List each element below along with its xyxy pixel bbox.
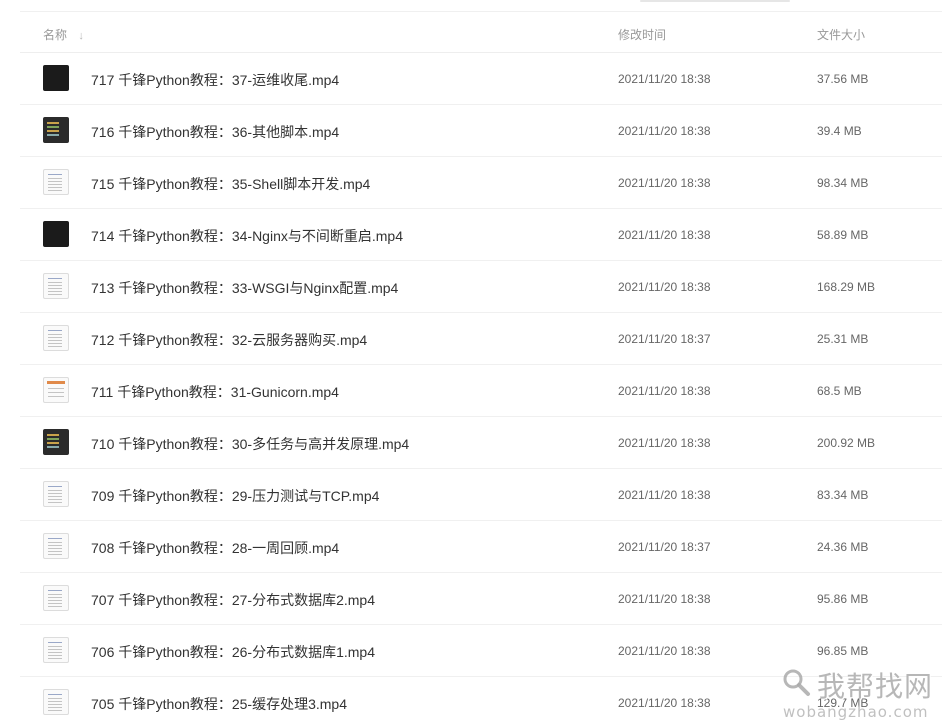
file-size: 58.89 MB (817, 228, 869, 242)
file-name[interactable]: 712 千锋Python教程：32-云服务器购买.mp4 (91, 330, 367, 350)
video-thumbnail-icon (43, 585, 69, 611)
file-row[interactable]: 715 千锋Python教程：35-Shell脚本开发.mp4 2021/11/… (20, 157, 942, 209)
file-size: 25.31 MB (817, 332, 869, 346)
column-header-name[interactable]: 名称 ↓ (43, 26, 84, 43)
file-size: 39.4 MB (817, 124, 862, 138)
file-modified-time: 2021/11/20 18:38 (618, 228, 711, 242)
file-size: 200.92 MB (817, 436, 876, 450)
file-row[interactable]: 716 千锋Python教程：36-其他脚本.mp4 2021/11/20 18… (20, 105, 942, 157)
file-modified-time: 2021/11/20 18:38 (618, 176, 711, 190)
file-row[interactable]: 714 千锋Python教程：34-Nginx与不间断重启.mp4 2021/1… (20, 209, 942, 261)
file-row[interactable]: 710 千锋Python教程：30-多任务与高并发原理.mp4 2021/11/… (20, 417, 942, 469)
file-size: 96.85 MB (817, 644, 869, 658)
file-modified-time: 2021/11/20 18:38 (618, 644, 711, 658)
column-header-size[interactable]: 文件大小 (817, 26, 865, 43)
video-thumbnail-icon (43, 117, 69, 143)
file-size: 98.34 MB (817, 176, 869, 190)
file-modified-time: 2021/11/20 18:37 (618, 332, 711, 346)
file-size: 83.34 MB (817, 488, 869, 502)
file-name[interactable]: 707 千锋Python教程：27-分布式数据库2.mp4 (91, 590, 375, 610)
file-row[interactable]: 713 千锋Python教程：33-WSGI与Nginx配置.mp4 2021/… (20, 261, 942, 313)
file-size: 129.7 MB (817, 696, 869, 710)
file-name[interactable]: 711 千锋Python教程：31-Gunicorn.mp4 (91, 382, 339, 402)
file-row[interactable]: 706 千锋Python教程：26-分布式数据库1.mp4 2021/11/20… (20, 625, 942, 677)
file-name[interactable]: 713 千锋Python教程：33-WSGI与Nginx配置.mp4 (91, 278, 398, 298)
file-row[interactable]: 705 千锋Python教程：25-缓存处理3.mp4 2021/11/20 1… (20, 677, 942, 725)
video-thumbnail-icon (43, 533, 69, 559)
file-modified-time: 2021/11/20 18:38 (618, 696, 711, 710)
file-size: 168.29 MB (817, 280, 876, 294)
file-modified-time: 2021/11/20 18:38 (618, 592, 711, 606)
file-row[interactable]: 709 千锋Python教程：29-压力测试与TCP.mp4 2021/11/2… (20, 469, 942, 521)
video-thumbnail-icon (43, 637, 69, 663)
file-modified-time: 2021/11/20 18:38 (618, 488, 711, 502)
column-header-time[interactable]: 修改时间 (618, 26, 666, 43)
file-list-page: 名称 ↓ 修改时间 文件大小 717 千锋Python教程：37-运维收尾.mp… (0, 0, 942, 725)
file-name[interactable]: 716 千锋Python教程：36-其他脚本.mp4 (91, 122, 339, 142)
file-list: 717 千锋Python教程：37-运维收尾.mp4 2021/11/20 18… (20, 53, 942, 725)
file-modified-time: 2021/11/20 18:37 (618, 540, 711, 554)
video-thumbnail-icon (43, 481, 69, 507)
file-name[interactable]: 717 千锋Python教程：37-运维收尾.mp4 (91, 70, 339, 90)
file-size: 37.56 MB (817, 72, 869, 86)
file-row[interactable]: 711 千锋Python教程：31-Gunicorn.mp4 2021/11/2… (20, 365, 942, 417)
file-row[interactable]: 707 千锋Python教程：27-分布式数据库2.mp4 2021/11/20… (20, 573, 942, 625)
video-thumbnail-icon (43, 65, 69, 91)
file-name[interactable]: 714 千锋Python教程：34-Nginx与不间断重启.mp4 (91, 226, 403, 246)
file-list-header: 名称 ↓ 修改时间 文件大小 (20, 12, 942, 53)
file-name[interactable]: 709 千锋Python教程：29-压力测试与TCP.mp4 (91, 486, 379, 506)
file-size: 95.86 MB (817, 592, 869, 606)
video-thumbnail-icon (43, 689, 69, 715)
video-thumbnail-icon (43, 429, 69, 455)
file-modified-time: 2021/11/20 18:38 (618, 124, 711, 138)
horizontal-scrollbar[interactable] (640, 0, 790, 2)
video-thumbnail-icon (43, 377, 69, 403)
file-name[interactable]: 708 千锋Python教程：28-一周回顾.mp4 (91, 538, 339, 558)
file-row[interactable]: 717 千锋Python教程：37-运维收尾.mp4 2021/11/20 18… (20, 53, 942, 105)
video-thumbnail-icon (43, 325, 69, 351)
file-name[interactable]: 706 千锋Python教程：26-分布式数据库1.mp4 (91, 642, 375, 662)
file-modified-time: 2021/11/20 18:38 (618, 280, 711, 294)
file-size: 68.5 MB (817, 384, 862, 398)
column-header-name-label: 名称 (43, 28, 68, 42)
video-thumbnail-icon (43, 221, 69, 247)
file-name[interactable]: 710 千锋Python教程：30-多任务与高并发原理.mp4 (91, 434, 409, 454)
file-row[interactable]: 708 千锋Python教程：28-一周回顾.mp4 2021/11/20 18… (20, 521, 942, 573)
file-modified-time: 2021/11/20 18:38 (618, 384, 711, 398)
file-modified-time: 2021/11/20 18:38 (618, 72, 711, 86)
file-modified-time: 2021/11/20 18:38 (618, 436, 711, 450)
arrow-down-icon[interactable]: ↓ (78, 30, 84, 42)
video-thumbnail-icon (43, 169, 69, 195)
file-row[interactable]: 712 千锋Python教程：32-云服务器购买.mp4 2021/11/20 … (20, 313, 942, 365)
file-name[interactable]: 715 千锋Python教程：35-Shell脚本开发.mp4 (91, 174, 370, 194)
file-name[interactable]: 705 千锋Python教程：25-缓存处理3.mp4 (91, 694, 347, 714)
file-size: 24.36 MB (817, 540, 869, 554)
video-thumbnail-icon (43, 273, 69, 299)
